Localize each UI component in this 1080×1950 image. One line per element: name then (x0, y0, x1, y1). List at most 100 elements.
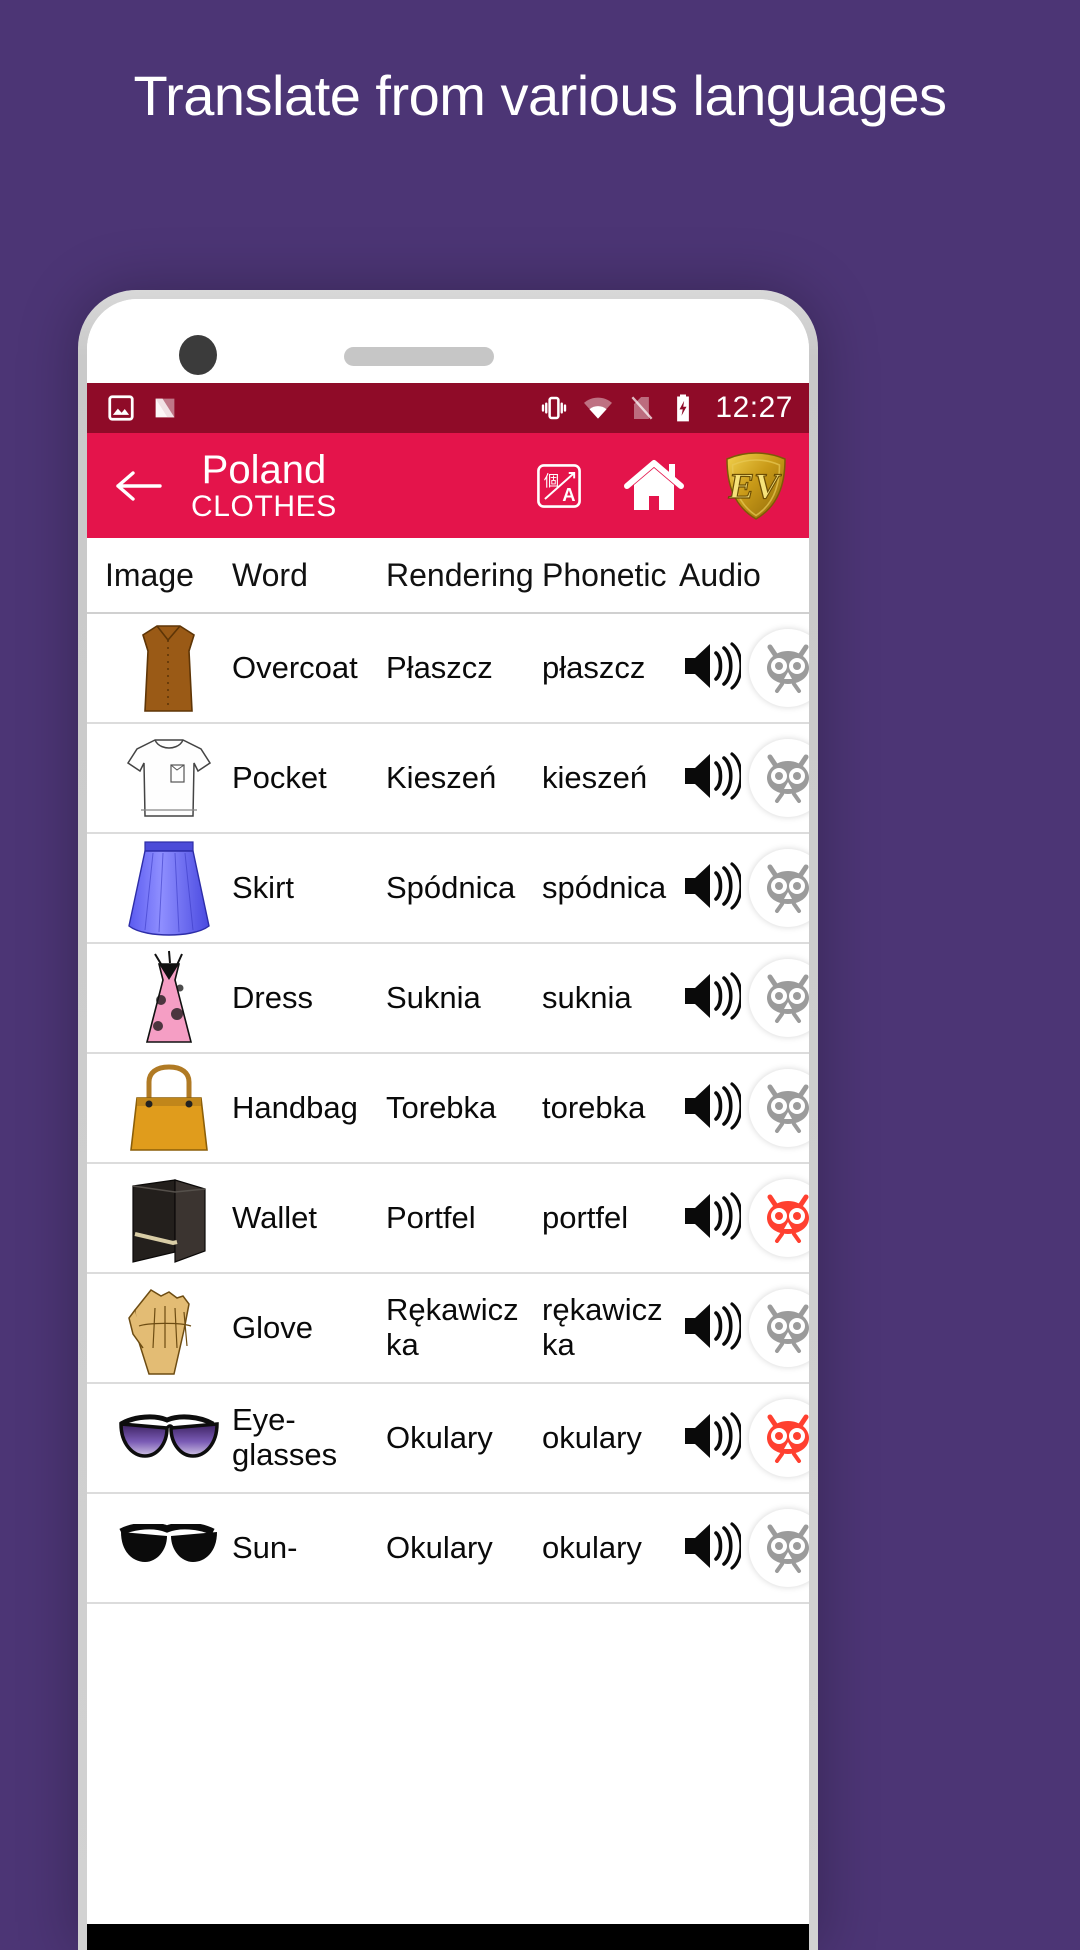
phone-mockup: 12:27 Poland CLOTHES 個 A EV Image Word R… (78, 290, 818, 1950)
word-phonetic: spódnica (542, 869, 667, 905)
status-bar-left-icons (106, 393, 180, 423)
table-row[interactable]: Wallet Portfel portfel (87, 1164, 809, 1274)
column-header-rendering: Rendering (386, 556, 534, 593)
word-thumbnail-skirt (105, 838, 232, 938)
word-phonetic: rękawiczka (542, 1292, 663, 1362)
word-thumbnail-handbag (105, 1058, 232, 1158)
table-row[interactable]: Pocket Kieszeń kieszeń (87, 724, 809, 834)
speaker-icon[interactable] (679, 1075, 743, 1142)
word-english: Eye-glasses (232, 1402, 338, 1472)
word-english: Skirt (232, 869, 294, 905)
audio-controls (679, 739, 809, 817)
word-thumbnail-overcoat (105, 618, 232, 718)
word-phonetic: suknia (542, 979, 632, 1015)
speaker-icon[interactable] (679, 1515, 743, 1582)
word-thumbnail-sunglasses (105, 1498, 232, 1598)
audio-controls (679, 849, 809, 927)
favorite-owl-icon[interactable] (749, 1509, 809, 1587)
table-row[interactable]: Glove Rękawiczka rękawiczka (87, 1274, 809, 1384)
speaker-icon[interactable] (679, 965, 743, 1032)
word-phonetic: portfel (542, 1199, 629, 1235)
header-title-block: Poland CLOTHES (191, 449, 337, 523)
word-rendering: Płaszcz (386, 649, 493, 685)
header-action-bar: 個 A EV (533, 451, 795, 521)
audio-controls (679, 1179, 809, 1257)
word-thumbnail-glasses (105, 1388, 232, 1488)
favorite-owl-icon[interactable] (749, 1399, 809, 1477)
favorite-owl-icon[interactable] (749, 849, 809, 927)
word-rendering: Suknia (386, 979, 481, 1015)
word-english: Pocket (232, 759, 327, 795)
speaker-icon[interactable] (679, 1295, 743, 1362)
vibrate-icon (539, 393, 569, 423)
word-phonetic: torebka (542, 1089, 646, 1125)
word-rendering: Portfel (386, 1199, 476, 1235)
word-thumbnail-dress (105, 948, 232, 1048)
android-status-bar: 12:27 (87, 383, 809, 433)
table-row[interactable]: Dress Suknia suknia (87, 944, 809, 1054)
column-header-phonetic: Phonetic (542, 556, 667, 593)
word-english: Dress (232, 979, 313, 1015)
no-sim-icon (627, 393, 657, 423)
wifi-icon (582, 392, 614, 424)
word-english: Handbag (232, 1089, 358, 1125)
back-button[interactable] (107, 467, 169, 505)
word-english: Wallet (232, 1199, 317, 1235)
word-english: Glove (232, 1309, 313, 1345)
favorite-owl-icon[interactable] (749, 1289, 809, 1367)
screenshot-icon (106, 393, 136, 423)
table-header-row: Image Word Rendering Phonetic Audio (87, 538, 809, 614)
svg-text:A: A (562, 484, 575, 505)
page-title: Poland (201, 447, 327, 492)
speaker-icon[interactable] (679, 1185, 743, 1252)
word-rendering: Okulary (386, 1419, 493, 1455)
word-list: Overcoat Płaszcz płaszcz Pocket Kieszeń kies… (87, 614, 809, 1604)
phone-screen: 12:27 Poland CLOTHES 個 A EV Image Word R… (87, 299, 809, 1950)
front-camera-icon (179, 335, 217, 375)
word-thumbnail-wallet (105, 1168, 232, 1268)
audio-controls (679, 1399, 809, 1477)
table-row[interactable]: Sun- Okulary okulary (87, 1494, 809, 1604)
word-rendering: Kieszeń (386, 759, 497, 795)
word-english: Sun- (232, 1529, 298, 1565)
nova-launcher-icon (150, 393, 180, 423)
page-subtitle: CLOTHES (191, 489, 337, 523)
word-thumbnail-glove (105, 1278, 232, 1378)
favorite-owl-icon[interactable] (749, 1179, 809, 1257)
word-rendering: Rękawiczka (386, 1292, 519, 1362)
table-row[interactable]: Handbag Torebka torebka (87, 1054, 809, 1164)
audio-controls (679, 1069, 809, 1147)
column-header-word: Word (232, 556, 308, 593)
favorite-owl-icon[interactable] (749, 959, 809, 1037)
column-header-audio: Audio (679, 556, 761, 593)
earpiece-speaker-icon (344, 347, 494, 366)
home-icon[interactable] (623, 458, 685, 514)
speaker-icon[interactable] (679, 635, 743, 702)
audio-controls (679, 1289, 809, 1367)
favorite-owl-icon[interactable] (749, 739, 809, 817)
translate-icon[interactable]: 個 A (533, 460, 585, 512)
status-bar-clock: 12:27 (715, 391, 793, 424)
promo-headline: Translate from various languages (133, 64, 947, 127)
audio-controls (679, 959, 809, 1037)
svg-text:EV: EV (726, 466, 783, 506)
word-rendering: Okulary (386, 1529, 493, 1565)
speaker-icon[interactable] (679, 855, 743, 922)
speaker-icon[interactable] (679, 745, 743, 812)
word-phonetic: kieszeń (542, 759, 648, 795)
table-row[interactable]: Skirt Spódnica spódnica (87, 834, 809, 944)
battery-charging-icon (670, 393, 696, 423)
word-rendering: Torebka (386, 1089, 497, 1125)
word-phonetic: płaszcz (542, 649, 646, 685)
favorite-owl-icon[interactable] (749, 629, 809, 707)
app-header: Poland CLOTHES 個 A EV (87, 433, 809, 538)
table-row[interactable]: Overcoat Płaszcz płaszcz (87, 614, 809, 724)
phone-top-bezel (87, 299, 809, 383)
word-phonetic: okulary (542, 1529, 642, 1565)
speaker-icon[interactable] (679, 1405, 743, 1472)
table-row[interactable]: Eye-glasses Okulary okulary (87, 1384, 809, 1494)
favorite-owl-icon[interactable] (749, 1069, 809, 1147)
ev-logo-icon[interactable]: EV (723, 451, 789, 521)
status-bar-right-icons: 12:27 (539, 391, 793, 425)
audio-controls (679, 1509, 809, 1587)
